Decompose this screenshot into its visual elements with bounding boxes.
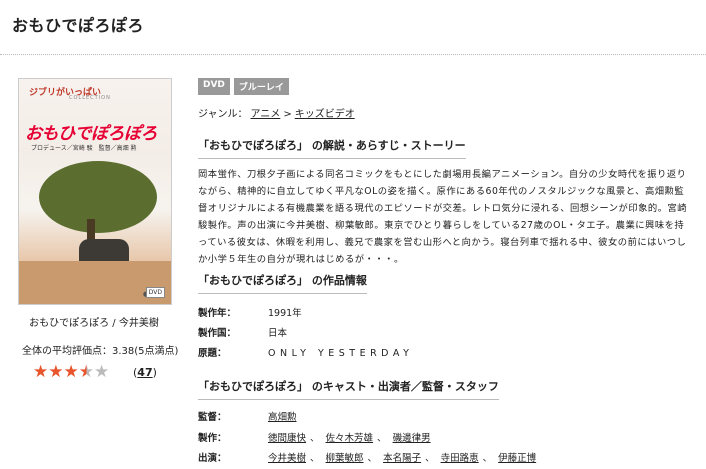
cover-title: おもひでぽろぽろ <box>25 124 158 144</box>
cover-caption: おもひでぽろぽろ / 今井美樹 <box>29 318 159 329</box>
producer-link[interactable]: 徳間康快 <box>268 433 306 444</box>
title-divider <box>0 54 706 55</box>
info-row-year: 製作年： 1991年 <box>198 305 302 319</box>
dvd-cover-image[interactable]: ジブリがいっぱい COLLECTION おもひでぽろぽろ プロデュース／宮崎 駿… <box>18 78 172 305</box>
separator: 、 <box>377 433 387 444</box>
cover-tree-illustration <box>39 161 157 233</box>
star-rating: ★ ★ ★ ★ ★ <box>33 364 109 381</box>
genre-link-anime[interactable]: アニメ <box>251 109 281 120</box>
info-row-country: 製作国： 日本 <box>198 325 287 339</box>
info-year-value: 1991年 <box>268 308 302 319</box>
cover-dvd-mark: DVD <box>145 287 165 298</box>
performer-link[interactable]: 本名陽子 <box>383 453 421 464</box>
cast-staff-heading: 「おもひでぽろぽろ」 のキャスト・出演者／監督・スタッフ <box>198 378 499 400</box>
performer-link[interactable]: 柳葉敏郎 <box>326 453 364 464</box>
info-country-value: 日本 <box>268 328 288 339</box>
separator: 、 <box>310 433 320 444</box>
star-on-icon: ★ <box>48 362 64 382</box>
average-rating-label: 全体の平均評価点：3.38(5点満点) <box>22 346 179 357</box>
cast-row: 出演： 今井美樹、柳葉敏郎、本名陽子、寺田路恵、伊藤正博 <box>198 450 538 464</box>
producer-link[interactable]: 磯邊律男 <box>393 433 431 444</box>
cover-logo-sub: COLLECTION <box>69 95 111 101</box>
star-on-icon: ★ <box>33 362 49 382</box>
format-badges: DVD ブルーレイ <box>198 78 289 95</box>
separator: 、 <box>482 453 493 464</box>
separator: 、 <box>367 453 378 464</box>
genre-separator: > <box>283 109 292 120</box>
star-off-icon: ★ <box>94 362 110 382</box>
performer-link[interactable]: 今井美樹 <box>268 453 306 464</box>
badge-bluray[interactable]: ブルーレイ <box>233 78 289 95</box>
genre-label: ジャンル： <box>198 109 248 120</box>
director-label: 監督： <box>198 412 227 423</box>
producer-link[interactable]: 佐々木芳雄 <box>326 433 374 444</box>
review-count: (47) <box>133 366 157 379</box>
info-original-title-label: 原題： <box>198 348 227 359</box>
cast-label: 出演： <box>198 453 227 464</box>
star-half-icon: ★ <box>78 362 94 382</box>
cover-figures-illustration <box>79 239 129 263</box>
info-row-original-title: 原題： ONLY YESTERDAY <box>198 345 413 359</box>
info-year-label: 製作年： <box>198 308 237 319</box>
producer-label: 製作： <box>198 433 227 444</box>
cover-credits: プロデュース／宮崎 駿 監督／高畑 勲 <box>31 145 137 152</box>
genre-breadcrumb: ジャンル： アニメ > キッズビデオ <box>198 105 358 120</box>
info-country-label: 製作国： <box>198 328 237 339</box>
separator: 、 <box>310 453 320 464</box>
work-info-heading: 「おもひでぽろぽろ」 の作品情報 <box>198 272 367 294</box>
performer-link[interactable]: 寺田路恵 <box>441 453 479 464</box>
review-count-link[interactable]: 47 <box>137 366 152 379</box>
info-original-title-value: ONLY YESTERDAY <box>268 348 414 359</box>
separator: 、 <box>425 453 435 464</box>
director-link[interactable]: 高畑勲 <box>268 412 297 423</box>
star-on-icon: ★ <box>63 362 79 382</box>
synopsis-text: 岡本蛍作、刀根夕子画による同名コミックをもとにした劇場用長編アニメーション。自分… <box>198 169 688 265</box>
performer-link[interactable]: 伊藤正博 <box>498 453 536 464</box>
producer-row: 製作： 徳間康快、佐々木芳雄、磯邊律男 <box>198 430 433 444</box>
badge-dvd[interactable]: DVD <box>198 78 230 95</box>
synopsis-heading: 「おもひでぽろぽろ」 の解説・あらすじ・ストーリー <box>198 137 466 159</box>
page-title: おもひでぽろぽろ <box>12 16 145 35</box>
genre-link-kids-video[interactable]: キッズビデオ <box>295 109 355 120</box>
review-count-close: ) <box>152 366 157 379</box>
director-row: 監督： 高畑勲 <box>198 409 299 423</box>
